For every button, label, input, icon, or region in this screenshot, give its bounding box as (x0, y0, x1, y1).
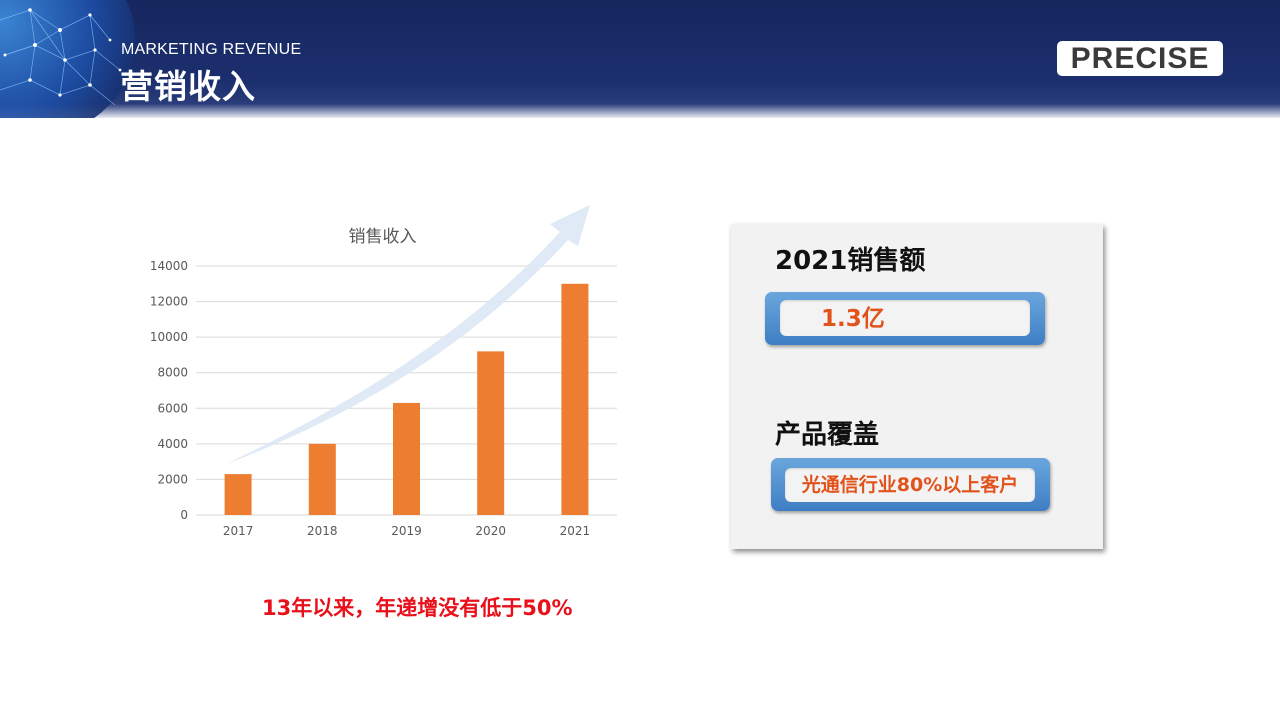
bar (477, 351, 505, 515)
sales-value: 1.3亿 (780, 300, 1030, 336)
y-tick-label: 4000 (157, 437, 188, 451)
sales-heading: 2021销售额 (775, 246, 926, 276)
bar (308, 443, 336, 515)
y-tick-label: 10000 (150, 330, 188, 344)
coverage-value: 光通信行业80%以上客户 (785, 468, 1035, 502)
growth-note: 13年以来，年递增没有低于50% (262, 596, 573, 620)
summary-panel: 2021销售额 1.3亿 产品覆盖 光通信行业80%以上客户 (731, 224, 1103, 549)
coverage-value-box: 光通信行业80%以上客户 (771, 458, 1050, 511)
x-tick-label: 2017 (223, 524, 254, 538)
bar (224, 474, 252, 515)
bar (561, 283, 589, 515)
y-tick-label: 2000 (157, 472, 188, 486)
y-tick-label: 12000 (150, 295, 188, 309)
y-tick-label: 8000 (157, 366, 188, 380)
x-tick-label: 2019 (391, 524, 422, 538)
coverage-heading: 产品覆盖 (775, 420, 880, 450)
y-tick-label: 14000 (150, 259, 188, 273)
chart-title: 销售收入 (348, 227, 417, 247)
x-tick-label: 2020 (475, 524, 506, 538)
x-tick-label: 2018 (307, 524, 338, 538)
y-tick-label: 6000 (157, 401, 188, 415)
x-tick-label: 2021 (560, 524, 591, 538)
y-tick-label: 0 (180, 508, 188, 522)
sales-value-box: 1.3亿 (765, 292, 1045, 345)
bar (393, 402, 420, 515)
